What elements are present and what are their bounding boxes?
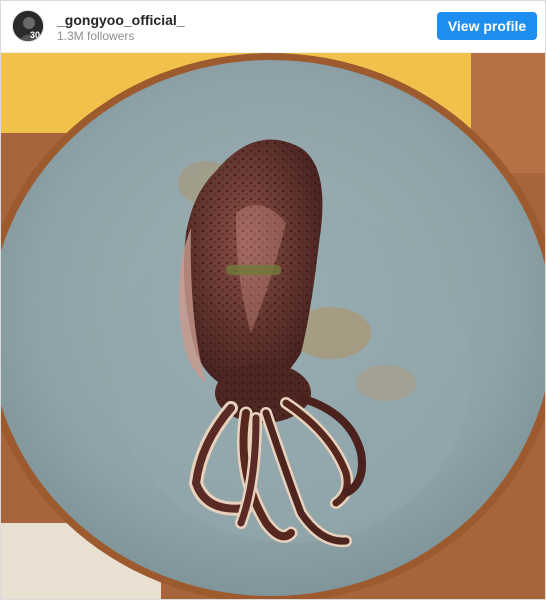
sauce-stain <box>356 365 416 401</box>
follower-count: 1.3M followers <box>57 29 135 43</box>
instagram-embed: 30 _gongyoo_official_ 1.3M followers Vie… <box>0 0 546 600</box>
profile-avatar[interactable]: 30 <box>12 10 44 42</box>
view-profile-button[interactable]: View profile <box>437 12 537 40</box>
avatar-image: 30 <box>13 11 43 41</box>
herb-garnish <box>226 265 281 275</box>
post-photo[interactable] <box>1 53 545 599</box>
account-username[interactable]: _gongyoo_official_ <box>57 12 185 28</box>
squid-dish-image <box>1 53 545 599</box>
post-header: 30 _gongyoo_official_ 1.3M followers Vie… <box>1 1 545 53</box>
avatar-badge: 30 <box>30 30 40 40</box>
